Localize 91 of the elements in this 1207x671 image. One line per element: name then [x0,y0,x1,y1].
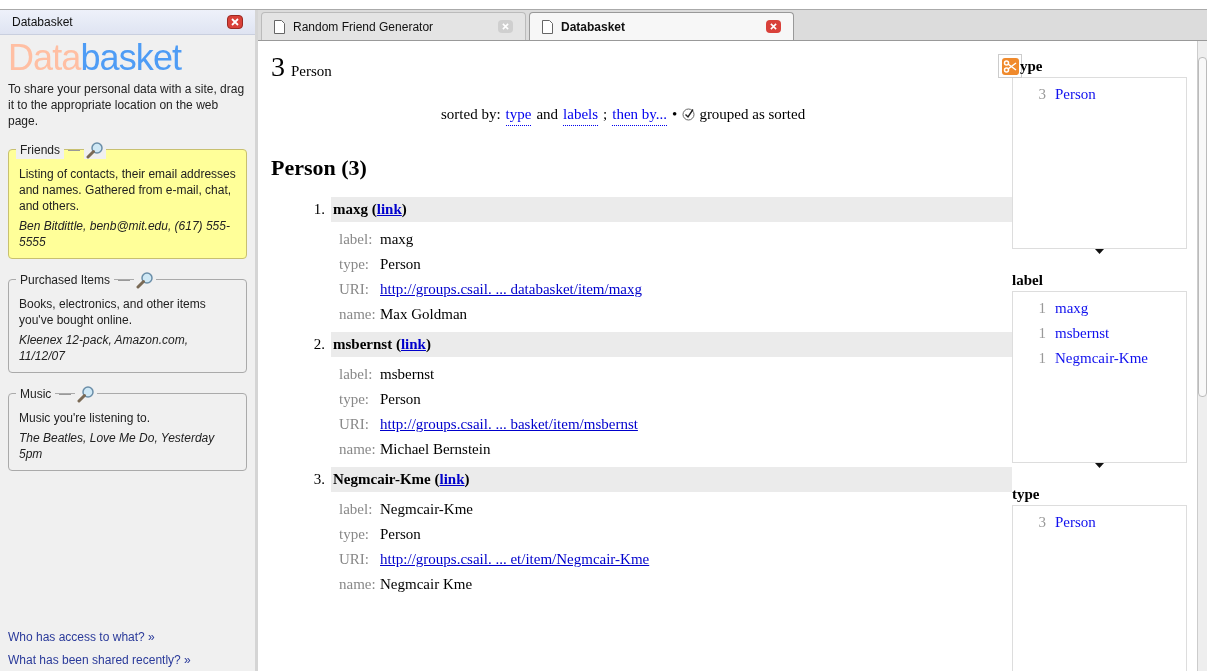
property-key: type: [339,253,375,276]
section-example: Kleenex 12-pack, Amazon.com, 11/12/07 [19,332,189,364]
tab-label: Random Friend Generator [293,18,435,36]
facet-title: type [1012,484,1040,504]
item-number: 1. [312,200,326,220]
facet-count: 1 [1037,324,1046,344]
property-link[interactable]: http://groups.csail. ... databasket/item/maxg [380,278,643,301]
item-link[interactable]: link [400,333,426,356]
expand-arrow-icon[interactable] [1095,249,1104,255]
section-description: Listing of contacts, their email addresses and names. Gathered from e-mail, chat, and others. [19,166,236,214]
property-value: Michael Bernstein [380,440,491,460]
property-key: name: [339,303,375,326]
property-key: URI: [339,413,375,436]
section-example: Ben Bitdittle, benb@mit.edu, (617) 555-5555 [19,218,231,250]
sidebar-title: Databasket [12,14,73,31]
close-icon [770,23,777,30]
section-description: Music you're listening to. [19,410,151,426]
intro-text: To share your personal data with a site, drag it to the appropriate location on the web page. [8,81,246,129]
sort-link[interactable]: type [505,102,532,126]
facet-count: 3 [1037,85,1046,105]
facet-value[interactable]: Negmcair-Kme [1055,347,1148,370]
property-value: Person [380,525,421,545]
section-description: Books, electronics, and other items you've bought online. [19,296,207,328]
facet-count: 1 [1037,299,1046,319]
item-number: 3. [312,470,326,490]
sidebar-link[interactable]: What has been shared recently? » [8,651,247,669]
scissors-icon [1001,57,1019,75]
property-key: label: [339,498,375,521]
closing-paren: ) [464,470,470,490]
property-link[interactable]: http://groups.csail. ... basket/item/msbernst [380,413,638,436]
facet-count: 3 [1037,513,1046,533]
magnifier-icon[interactable] [77,385,96,403]
item-title: maxg ( [333,200,377,220]
sidebar-link[interactable]: Who has access to what? » [8,628,247,646]
tab-close-button[interactable] [766,20,781,33]
facet-title: ype [1020,56,1043,76]
item-title: msbernst ( [333,335,401,355]
scrollbar[interactable] [1197,41,1207,671]
property-value: Negmcair-Kme [380,500,473,520]
property-value: Negmcair Kme [380,575,473,595]
property-key: URI: [339,548,375,571]
item-title: Negmcair-Kme ( [333,470,440,490]
browser-tab[interactable]: Random Friend Generator [261,12,526,40]
facet-value[interactable]: Person [1055,511,1096,534]
property-key: name: [339,438,375,461]
browser-tab[interactable]: Databasket [529,12,794,40]
item-number: 2. [312,335,326,355]
property-value: maxg [380,230,414,250]
item-link[interactable]: link [439,468,465,491]
sort-text: • [672,105,678,124]
expand-arrow-icon[interactable] [1095,463,1104,469]
property-value: Person [380,390,421,410]
scissors-button[interactable] [998,54,1022,78]
property-key: label: [339,228,375,251]
sort-text: and [536,105,559,124]
close-icon [231,18,239,26]
sort-text: sorted by: [441,105,501,124]
property-value: Max Goldman [380,305,468,325]
facet-value[interactable]: maxg [1055,297,1089,320]
closing-paren: ) [425,335,431,355]
property-value: msbernst [380,365,435,385]
facet-title: label [1012,270,1043,290]
close-button[interactable] [227,15,243,29]
facet-value[interactable]: msbernst [1055,322,1110,345]
result-count: 3 [271,53,285,81]
close-icon [502,23,509,30]
facet-count: 1 [1037,349,1046,369]
section-example: The Beatles, Love Me Do, Yesterday 5pm [19,430,216,462]
facet-value[interactable]: Person [1055,83,1096,106]
checkbox-icon[interactable] [682,107,696,121]
closing-paren: ) [401,200,407,220]
property-key: name: [339,573,375,596]
property-key: label: [339,363,375,386]
property-key: type: [339,523,375,546]
group-heading: Person (3) [271,154,368,182]
magnifier-icon[interactable] [136,271,155,289]
sort-link[interactable]: labels [563,102,599,126]
property-link[interactable]: http://groups.csail. ... et/item/Negmcair-Kme [380,548,650,571]
page-icon [274,19,285,34]
sort-text: ; [603,105,608,124]
scrollbar-thumb[interactable] [1198,57,1207,397]
page-icon [542,19,553,34]
property-value: Person [380,255,421,275]
result-type: Person [291,62,332,81]
magnifier-icon[interactable] [86,141,104,159]
app-logo: Databasket [8,39,183,77]
sort-link[interactable]: then by... [612,102,668,126]
grouped-label: grouped as sorted [699,105,806,124]
property-key: URI: [339,278,375,301]
tab-label: Databasket [561,18,627,36]
property-key: type: [339,388,375,411]
